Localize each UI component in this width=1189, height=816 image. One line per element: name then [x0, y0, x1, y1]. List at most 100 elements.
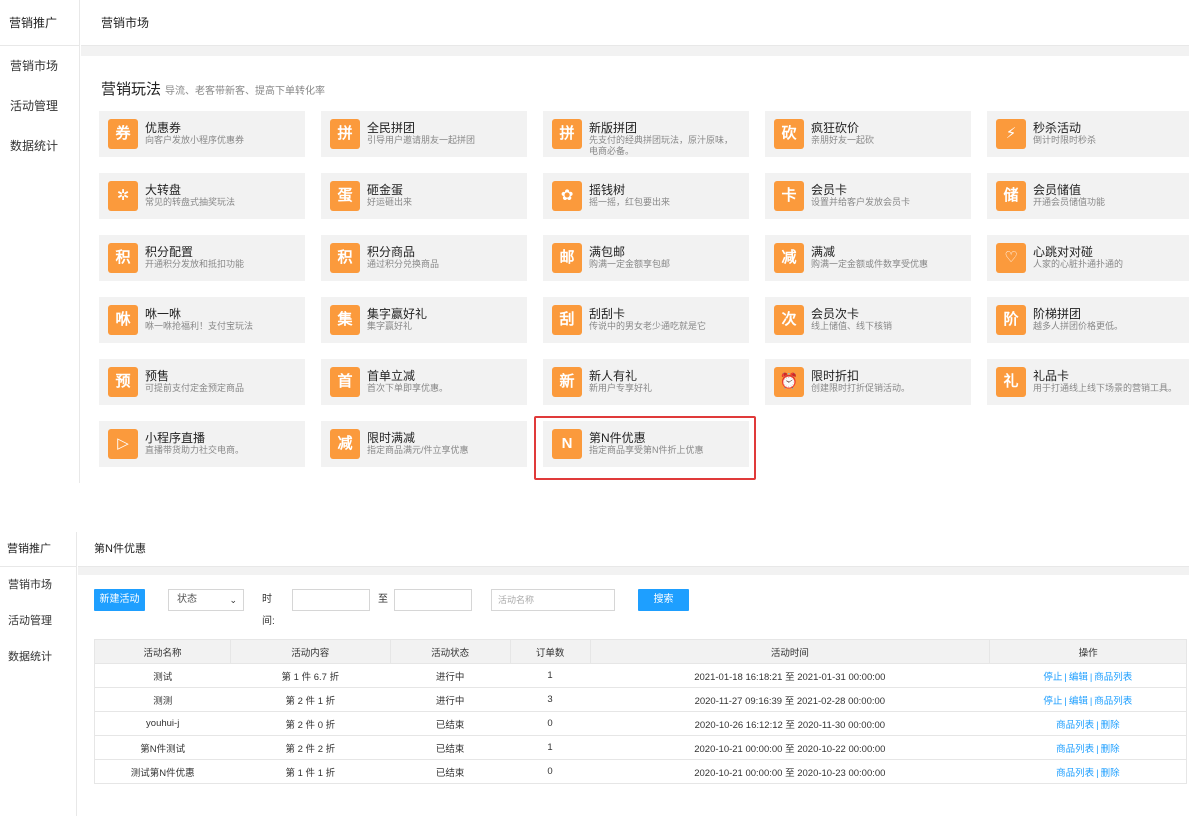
action-separator: |: [1096, 719, 1099, 731]
sidebar-item-data-statistics[interactable]: 数据统计: [0, 126, 79, 166]
cell-orders: 1: [510, 735, 591, 760]
card-title: 刮刮卡: [589, 307, 626, 321]
marketing-card[interactable]: 拼全民拼团 引导用户邀请朋友一起拼团: [321, 111, 527, 157]
cell-name: 测试: [94, 663, 231, 688]
column-header-content: 活动内容: [229, 639, 391, 664]
heartbeat-icon: ♡: [996, 243, 1026, 273]
marketing-card[interactable]: 券优惠券 向客户发放小程序优惠券: [99, 111, 305, 157]
marketing-card[interactable]: 礼礼品卡 用于打通线上线下场景的营销工具。: [987, 359, 1189, 405]
new-activity-button[interactable]: 新建活动: [94, 589, 145, 611]
card-title: 限时折扣: [811, 369, 860, 383]
marketing-card[interactable]: ✿ 摇钱树 摇一摇，红包要出来: [543, 173, 749, 219]
marketing-card[interactable]: 蛋砸金蛋 好运砸出来: [321, 173, 527, 219]
card-title: 新版拼团: [589, 121, 638, 135]
card-description: 引导用户邀请朋友一起拼团: [367, 135, 476, 145]
scratch-card-icon: 刮: [552, 305, 582, 335]
marketing-card[interactable]: ⏰ 限时折扣 创建限时打折促销活动。: [765, 359, 971, 405]
card-title: 大转盘: [145, 183, 182, 197]
marketing-card[interactable]: ♡ 心跳对对碰 人家的心脏扑通扑通的: [987, 235, 1189, 281]
cell-content: 第 2 件 1 折: [230, 687, 391, 712]
card-description: 开通会员储值功能: [1033, 197, 1106, 207]
column-header-orders: 订单数: [509, 639, 591, 664]
card-title: 砸金蛋: [367, 183, 404, 197]
sidebar: 营销推广 营销市场 活动管理 数据统计: [0, 532, 77, 816]
time-discount-icon: ⏰: [774, 367, 804, 397]
cell-name: 第N件测试: [94, 735, 231, 760]
column-header-name: 活动名称: [94, 639, 231, 664]
marketing-card[interactable]: 积积分配置 开通积分发放和抵扣功能: [99, 235, 305, 281]
sidebar-item-activity-management[interactable]: 活动管理: [0, 86, 79, 126]
card-title: 会员储值: [1033, 183, 1082, 197]
marketing-card[interactable]: 拼新版拼团 先支付的经典拼团玩法，原汁原味，电商必备。: [543, 111, 749, 157]
stop-link[interactable]: 停止: [1043, 672, 1062, 683]
card-title: 集字赢好礼: [367, 307, 428, 321]
product-list-link[interactable]: 商品列表: [1094, 672, 1132, 683]
marketing-card[interactable]: 预预售 可提前支付定金预定商品: [99, 359, 305, 405]
card-description: 集字赢好礼: [367, 321, 413, 331]
stop-link[interactable]: 停止: [1043, 696, 1062, 707]
marketing-card[interactable]: 新新人有礼 新用户专享好礼: [543, 359, 749, 405]
divider: [78, 567, 1189, 575]
new-group-buy-icon: 拼: [552, 119, 582, 149]
marketing-card[interactable]: 阶阶梯拼团 越多人拼团价格更低。: [987, 297, 1189, 343]
table-row: youhui-j 第 2 件 0 折已结束 0 2020-10-26 16:12:12…: [94, 711, 1187, 736]
cell-content: 第 2 件 0 折: [230, 711, 391, 736]
marketing-card[interactable]: 首首单立减 首次下单即享优惠。: [321, 359, 527, 405]
card-description: 人家的心脏扑通扑通的: [1033, 259, 1124, 269]
delete-link[interactable]: 删除: [1101, 720, 1120, 731]
card-title: 满包邮: [589, 245, 626, 259]
marketing-card[interactable]: 储会员储值 开通会员储值功能: [987, 173, 1189, 219]
cell-name: youhui-j: [94, 711, 231, 736]
product-list-link[interactable]: 商品列表: [1094, 696, 1132, 707]
marketing-card[interactable]: 砍疯狂砍价 亲朋好友一起砍: [765, 111, 971, 157]
cell-status: 已结束: [390, 735, 511, 760]
edit-link[interactable]: 编辑: [1069, 696, 1088, 707]
marketing-card[interactable]: 积积分商品 通过积分兑换商品: [321, 235, 527, 281]
cell-orders: 0: [510, 711, 591, 736]
marketing-card[interactable]: 次会员次卡 线上储值、线下核销: [765, 297, 971, 343]
card-title: 积分配置: [145, 245, 194, 259]
product-list-link[interactable]: 商品列表: [1056, 744, 1094, 755]
delete-link[interactable]: 删除: [1101, 768, 1120, 779]
activity-name-input[interactable]: 活动名称: [491, 589, 615, 611]
card-description: 直播带货助力社交电商。: [145, 445, 245, 455]
sniff-icon: 咻: [108, 305, 138, 335]
table-row: 测测第 2 件 1 折进行中 3 2020-11-27 09:16:39 至 202…: [94, 687, 1187, 712]
card-title: 满减: [811, 245, 836, 259]
column-header-status: 活动状态: [389, 639, 511, 664]
marketing-card[interactable]: 咻咻一咻 咻一咻抢福利！支付宝玩法: [99, 297, 305, 343]
marketing-card[interactable]: 邮满包邮 购满一定金额享包邮: [543, 235, 749, 281]
sidebar-item-data-statistics[interactable]: 数据统计: [0, 639, 76, 675]
marketing-market-panel: 营销推广 营销市场 活动管理 数据统计 营销市场 营销玩法 导流、老客带新客、提高…: [0, 0, 1189, 483]
card-title: 心跳对对碰: [1033, 245, 1094, 259]
marketing-card[interactable]: ✲ 大转盘 常见的转盘式抽奖玩法: [99, 173, 305, 219]
card-description: 购满一定金额享包邮: [589, 259, 671, 269]
status-select[interactable]: 状态 ⌄: [168, 589, 244, 611]
sidebar-item-activity-management[interactable]: 活动管理: [0, 603, 76, 639]
end-time-input[interactable]: [394, 589, 472, 611]
start-time-input[interactable]: [292, 589, 370, 611]
marketing-card[interactable]: 集集字赢好礼 集字赢好礼: [321, 297, 527, 343]
marketing-card[interactable]: ▷ 小程序直播 直播带货助力社交电商。: [99, 421, 305, 467]
marketing-card[interactable]: 减限时满减 指定商品满元/件立享优惠: [321, 421, 527, 467]
product-list-link[interactable]: 商品列表: [1056, 768, 1094, 779]
product-list-link[interactable]: 商品列表: [1056, 720, 1094, 731]
marketing-card[interactable]: ⚡ 秒杀活动 倒计时限时秒杀: [987, 111, 1189, 157]
card-description: 好运砸出来: [367, 197, 413, 207]
marketing-card[interactable]: 刮刮刮卡 传说中的男女老少通吃就是它: [543, 297, 749, 343]
marketing-card[interactable]: 减满减 购满一定金额或件数享受优惠: [765, 235, 971, 281]
marketing-card[interactable]: 卡会员卡 设置并给客户发放会员卡: [765, 173, 971, 219]
search-button[interactable]: 搜索: [638, 589, 689, 611]
action-separator: |: [1064, 695, 1067, 707]
card-title: 摇钱树: [589, 183, 626, 197]
points-goods-icon: 积: [330, 243, 360, 273]
edit-link[interactable]: 编辑: [1069, 672, 1088, 683]
card-title: 小程序直播: [145, 431, 206, 445]
page-title: 第N件优惠: [78, 532, 1189, 567]
delete-link[interactable]: 删除: [1101, 744, 1120, 755]
sidebar-item-marketing-market[interactable]: 营销市场: [0, 46, 79, 86]
sidebar-item-marketing-market[interactable]: 营销市场: [0, 567, 76, 603]
gift-card-icon: 礼: [996, 367, 1026, 397]
cell-time: 2021-01-18 16:18:21 至 2021-01-31 00:00:0…: [590, 663, 990, 688]
card-description: 购满一定金额或件数享受优惠: [811, 259, 929, 269]
